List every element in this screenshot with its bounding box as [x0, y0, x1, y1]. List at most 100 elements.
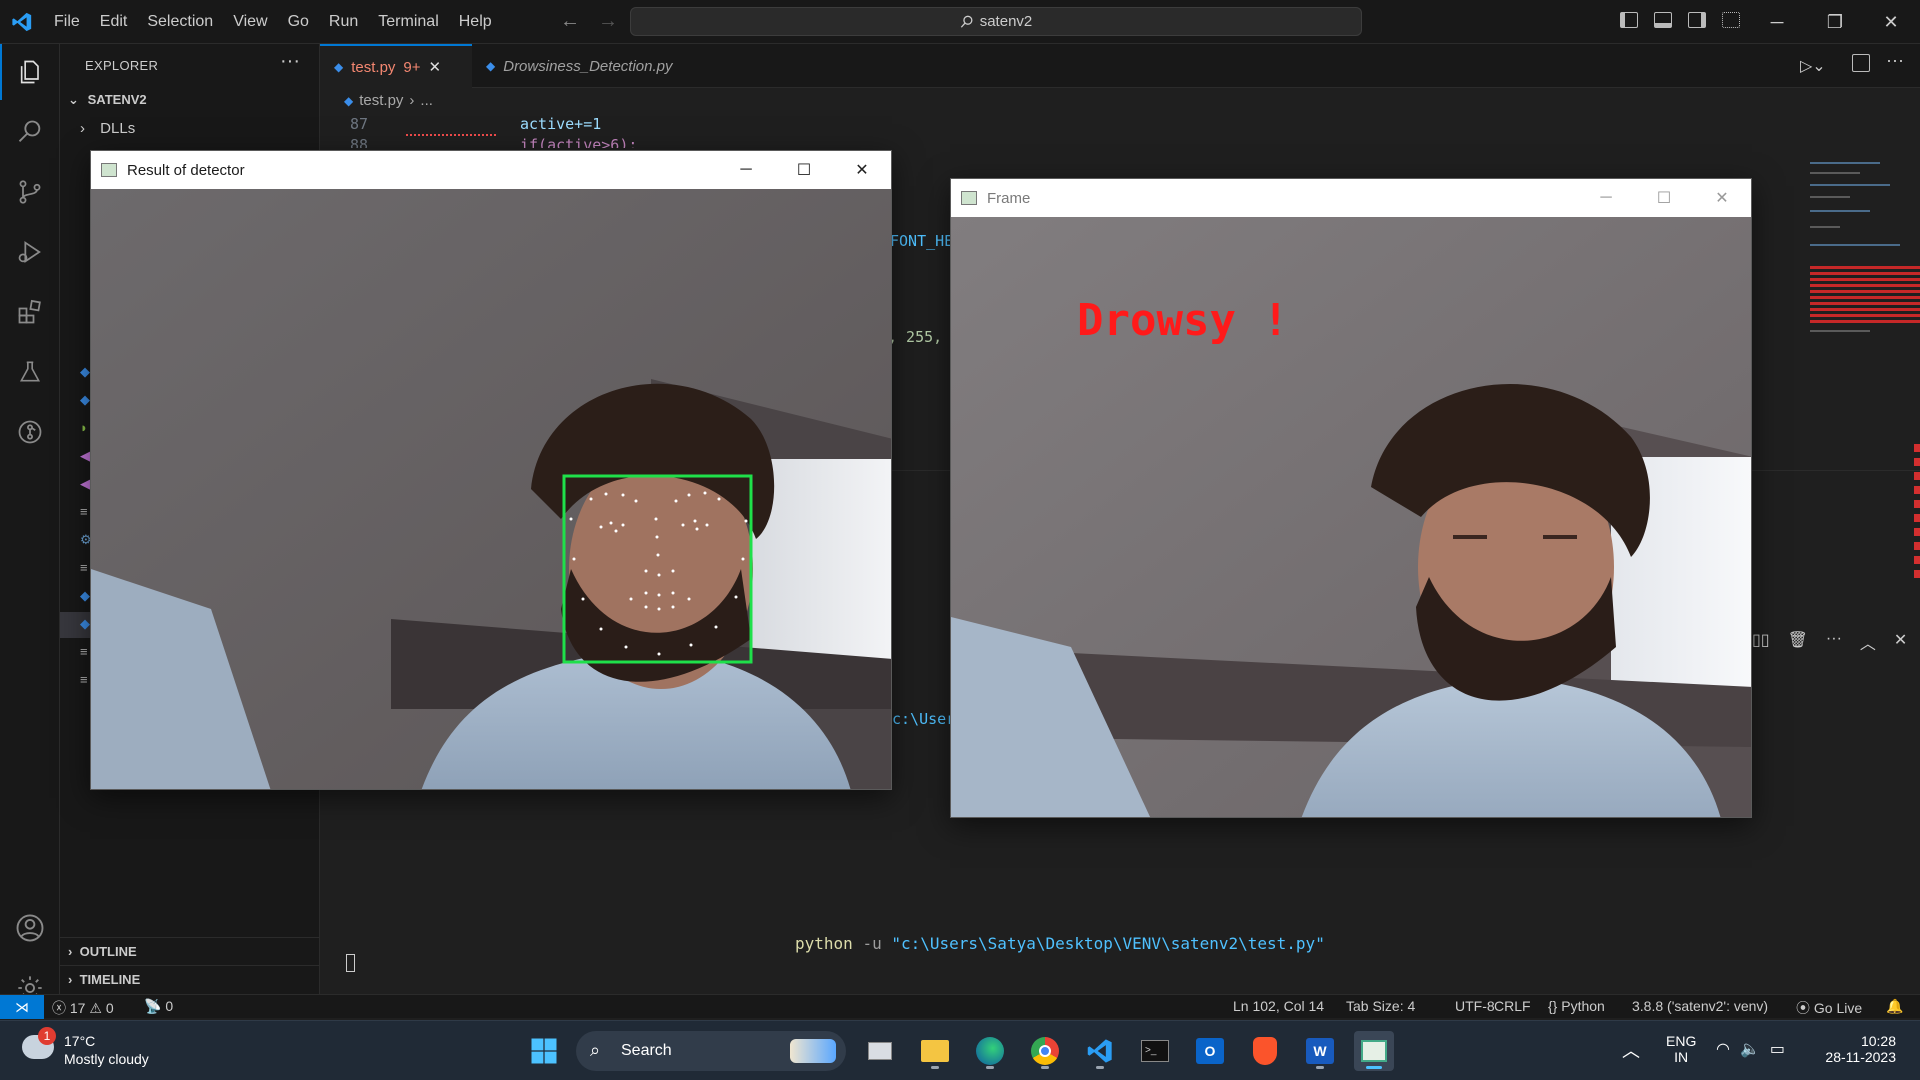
run-file-icon[interactable]: ▷⌄: [1800, 56, 1826, 76]
command-center[interactable]: satenv2: [630, 7, 1362, 36]
toggle-panel-icon[interactable]: [1654, 12, 1672, 28]
chevron-down-icon: ⌄: [68, 92, 79, 107]
menu-run[interactable]: Run: [319, 0, 368, 44]
more-actions-icon[interactable]: ···: [1826, 630, 1842, 654]
detector-window[interactable]: Result of detector ─ ☐ ✕: [90, 150, 892, 790]
chrome-browser-icon[interactable]: [1025, 1031, 1065, 1071]
minimize-button[interactable]: ─: [1577, 179, 1635, 217]
terminal-icon[interactable]: >_: [1135, 1031, 1175, 1071]
outlook-icon[interactable]: O: [1190, 1031, 1230, 1071]
edge-browser-icon[interactable]: [970, 1031, 1010, 1071]
maximize-panel-chevron-icon[interactable]: ︿: [1860, 630, 1876, 654]
cursor-position[interactable]: Ln 102, Col 14: [1233, 998, 1324, 1014]
go-live-button[interactable]: ⦿ Go Live: [1796, 998, 1862, 1018]
code-line[interactable]: 87: [350, 115, 368, 133]
broadcast-icon: 📡: [144, 998, 162, 1014]
split-terminal-icon[interactable]: ▯▯: [1752, 630, 1770, 654]
terminal-path: "c:\Users\Satya\Desktop\VENV\satenv2\tes…: [891, 934, 1325, 953]
tab-size[interactable]: Tab Size: 4: [1346, 998, 1415, 1014]
extensions-icon[interactable]: [0, 284, 60, 340]
task-view-icon[interactable]: [860, 1031, 900, 1071]
audio-file-icon: ◀: [80, 448, 90, 463]
maximize-button[interactable]: ☐: [775, 151, 833, 189]
menu-file[interactable]: File: [44, 0, 90, 44]
minimize-button[interactable]: ─: [1748, 0, 1806, 44]
remote-indicator-icon[interactable]: ⋊: [0, 995, 44, 1019]
error-squiggle: [406, 132, 496, 136]
maximize-button[interactable]: ☐: [1635, 179, 1693, 217]
timeline-section[interactable]: › TIMELINE: [60, 965, 320, 993]
taskbar-search-box[interactable]: ⌕ Search: [576, 1031, 846, 1071]
workspace-folder[interactable]: ⌄ SATENV2: [68, 92, 147, 108]
brave-browser-icon[interactable]: [1245, 1031, 1285, 1071]
weather-widget[interactable]: 1 17°C Mostly cloudy: [20, 1027, 220, 1073]
menu-selection[interactable]: Selection: [137, 0, 223, 44]
toggle-sidebar-icon[interactable]: [1620, 12, 1638, 28]
show-hidden-icons-chevron-icon[interactable]: ︿: [1622, 1037, 1640, 1063]
frame-window-titlebar[interactable]: Frame ─ ☐ ✕: [951, 179, 1751, 217]
language-mode[interactable]: {} Python: [1548, 998, 1605, 1014]
kill-terminal-trash-icon[interactable]: 🗑: [1788, 630, 1808, 654]
code-text[interactable]: if(active>6):: [520, 136, 637, 148]
python-file-icon: ◆: [344, 93, 354, 108]
maximize-button[interactable]: ❐: [1806, 0, 1864, 44]
tab-drowsiness-detection[interactable]: ◆ Drowsiness_Detection.py: [472, 44, 700, 88]
more-actions-icon[interactable]: ···: [1886, 50, 1904, 71]
encoding[interactable]: UTF-8: [1455, 998, 1495, 1014]
windows-start-icon[interactable]: [524, 1031, 564, 1071]
text-file-icon: ≡: [80, 560, 88, 575]
menu-edit[interactable]: Edit: [90, 0, 138, 44]
input-language-indicator[interactable]: ENG IN: [1666, 1033, 1696, 1065]
more-actions-icon[interactable]: ···: [280, 50, 300, 73]
forward-arrow-icon[interactable]: →: [598, 10, 618, 33]
menu-go[interactable]: Go: [278, 0, 319, 44]
run-debug-icon[interactable]: [0, 224, 60, 280]
code-line[interactable]: 88: [350, 136, 368, 148]
tab-test-py[interactable]: ◆ test.py 9+ ✕: [320, 44, 472, 88]
chevron-right-icon: ›: [68, 972, 73, 987]
toggle-secondary-sidebar-icon[interactable]: [1688, 12, 1706, 28]
menu-help[interactable]: Help: [449, 0, 502, 44]
code-fragment: FONT_HE: [890, 232, 954, 250]
search-icon[interactable]: [0, 104, 60, 160]
python-interpreter[interactable]: 3.8.8 ('satenv2': venv): [1632, 998, 1768, 1014]
menu-view[interactable]: View: [223, 0, 277, 44]
tree-folder-dlls[interactable]: › DLLs: [80, 120, 135, 137]
explorer-icon[interactable]: [0, 44, 60, 100]
account-icon[interactable]: [0, 900, 60, 956]
close-panel-icon[interactable]: ✕: [1894, 630, 1907, 654]
breadcrumb-symbol[interactable]: ...: [420, 92, 433, 109]
menu-terminal[interactable]: Terminal: [368, 0, 448, 44]
minimap[interactable]: [1790, 114, 1920, 414]
ports-indicator[interactable]: 📡 0: [144, 998, 173, 1015]
frame-window[interactable]: Frame ─ ☐ ✕ Drowsy !: [950, 178, 1752, 818]
problems-indicator[interactable]: ⓧ 17 ⚠ 0: [52, 998, 114, 1018]
eol[interactable]: CRLF: [1494, 998, 1531, 1014]
close-button[interactable]: ✕: [1693, 179, 1751, 217]
close-button[interactable]: ✕: [1862, 0, 1920, 44]
source-control-icon[interactable]: [0, 164, 60, 220]
outline-label: OUTLINE: [79, 944, 137, 959]
vscode-taskbar-icon[interactable]: [1080, 1031, 1120, 1071]
weather-desc: Mostly cloudy: [64, 1051, 149, 1067]
close-button[interactable]: ✕: [833, 151, 891, 189]
git-graph-icon[interactable]: [0, 404, 60, 460]
python-window-icon[interactable]: [1354, 1031, 1394, 1071]
minimize-button[interactable]: ─: [717, 151, 775, 189]
detector-window-titlebar[interactable]: Result of detector ─ ☐ ✕: [91, 151, 891, 189]
breadcrumb-file[interactable]: test.py: [359, 92, 403, 109]
system-tray[interactable]: ◠ 🔈 ▭: [1716, 1039, 1785, 1059]
customize-layout-icon[interactable]: [1722, 12, 1740, 28]
file-explorer-icon[interactable]: [915, 1031, 955, 1071]
split-editor-icon[interactable]: [1852, 54, 1870, 72]
testing-flask-icon[interactable]: [0, 344, 60, 400]
code-text[interactable]: active+=1: [520, 115, 601, 133]
clock[interactable]: 10:28 28-11-2023: [1810, 1033, 1896, 1065]
close-tab-icon[interactable]: ✕: [429, 58, 442, 76]
terminal-flag: -u: [862, 934, 882, 953]
back-arrow-icon[interactable]: ←: [560, 10, 580, 33]
notifications-bell-icon[interactable]: 🔔: [1886, 998, 1903, 1015]
outline-section[interactable]: › OUTLINE: [60, 937, 320, 965]
terminal-command[interactable]: python -u "c:\Users\Satya\Desktop\VENV\s…: [795, 934, 1325, 953]
word-icon[interactable]: W: [1300, 1031, 1340, 1071]
